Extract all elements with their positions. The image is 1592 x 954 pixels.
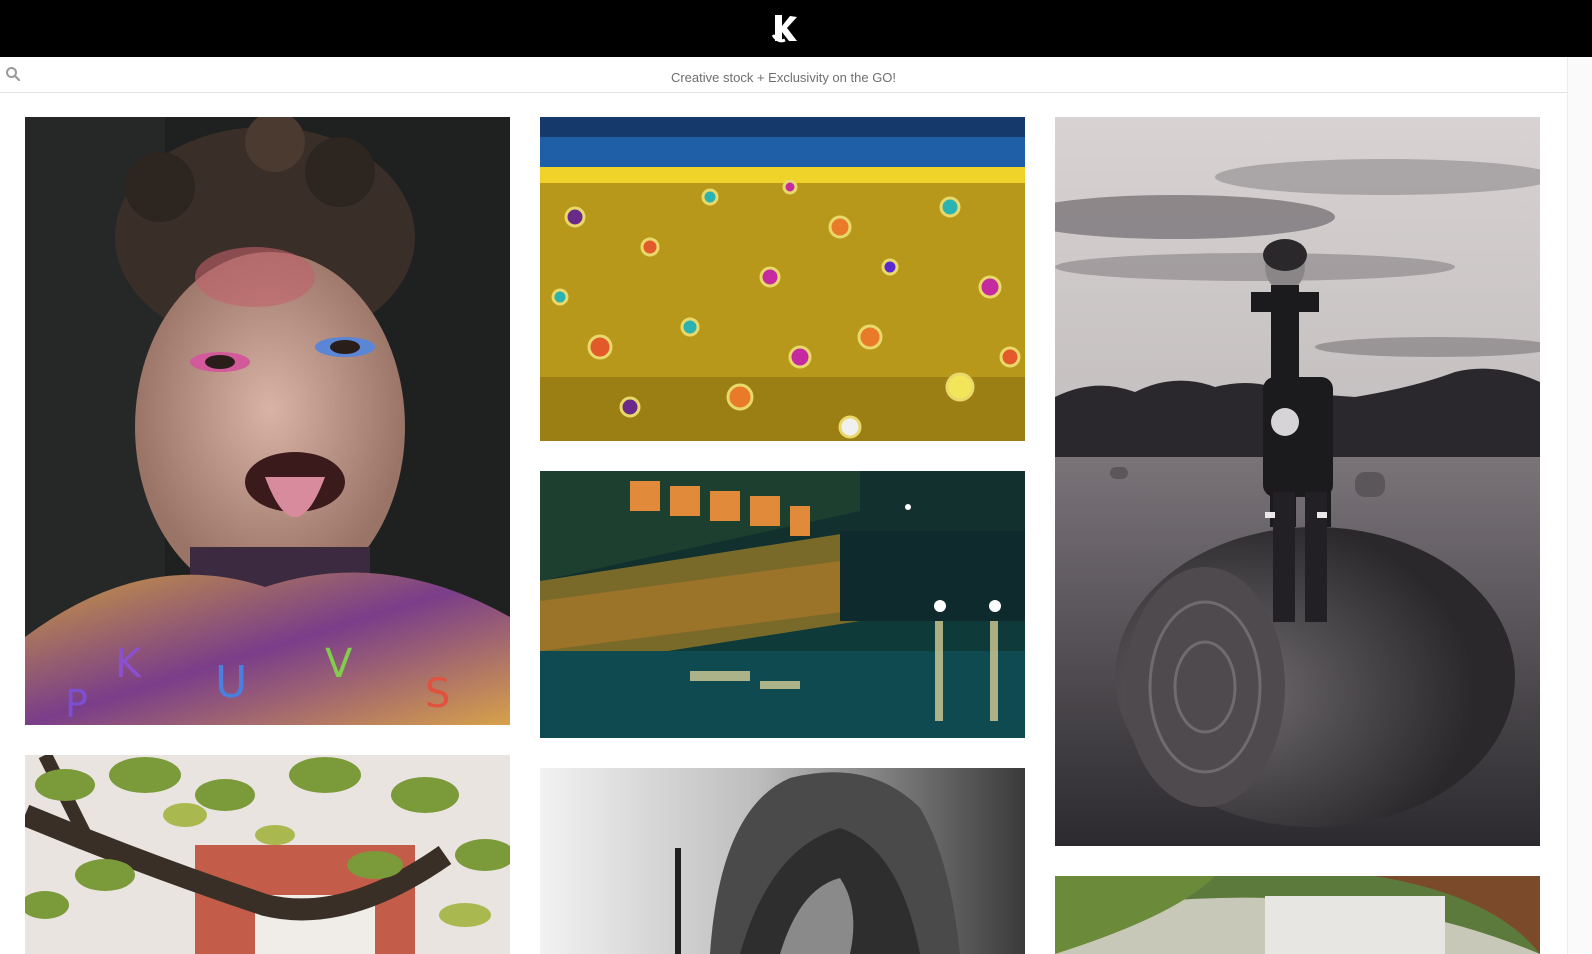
- svg-text:P: P: [65, 682, 88, 725]
- search-bar: Creative stock + Exclusivity on the GO!: [0, 57, 1567, 93]
- top-header: [0, 0, 1592, 57]
- photo-tile-hooded-figure[interactable]: [540, 768, 1025, 954]
- svg-text:V: V: [325, 641, 353, 687]
- photo-tile-yellow-dots[interactable]: [540, 117, 1025, 441]
- svg-text:S: S: [425, 671, 450, 717]
- photo-tile-portrait[interactable]: K U V S P: [25, 117, 510, 725]
- k-logo-icon[interactable]: [770, 11, 800, 45]
- scrollbar-track[interactable]: [1567, 57, 1592, 954]
- tagline: Creative stock + Exclusivity on the GO!: [670, 70, 897, 85]
- photo-tile-boy-hay-bale[interactable]: [1055, 117, 1540, 846]
- svg-text:U: U: [215, 657, 247, 708]
- photo-tile-tree-branch[interactable]: [25, 755, 510, 954]
- svg-text:K: K: [115, 641, 143, 687]
- photo-tile-night-street[interactable]: [540, 471, 1025, 738]
- photo-tile-green-mirror[interactable]: [1055, 876, 1540, 954]
